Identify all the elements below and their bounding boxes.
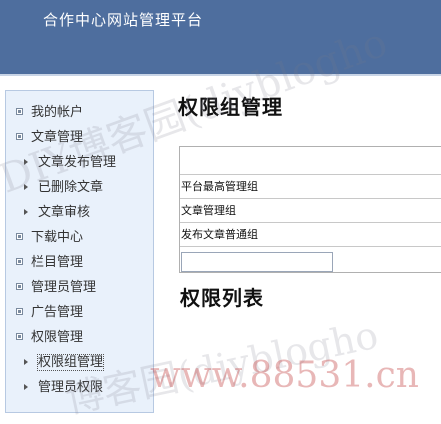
new-group-input[interactable] xyxy=(181,252,333,272)
watermark-text: www.88531.cn xyxy=(150,355,419,396)
triangle-right-icon xyxy=(24,158,28,165)
square-bullet-icon xyxy=(16,333,23,340)
square-bullet-icon xyxy=(16,283,23,290)
sidebar-item-my-account[interactable]: 我的帐户 xyxy=(16,101,83,125)
sidebar-item-article-review[interactable]: 文章审核 xyxy=(24,201,90,225)
sidebar-item-article-publish[interactable]: 文章发布管理 xyxy=(24,151,116,175)
header-bar: 合作中心网站管理平台 xyxy=(0,0,441,74)
triangle-right-icon xyxy=(24,208,28,215)
triangle-right-icon xyxy=(24,358,28,365)
site-title: 合作中心网站管理平台 xyxy=(43,11,204,29)
group-row[interactable]: 发布文章普通组 xyxy=(180,222,441,246)
header-divider xyxy=(0,74,441,76)
page-title: 权限组管理 xyxy=(178,95,283,119)
group-row[interactable]: 平台最高管理组 xyxy=(180,174,441,198)
triangle-right-icon xyxy=(24,383,28,390)
sidebar-item-download-center[interactable]: 下载中心 xyxy=(16,226,83,250)
sidebar-item-article-management[interactable]: 文章管理 xyxy=(16,126,83,150)
triangle-right-icon xyxy=(24,183,28,190)
square-bullet-icon xyxy=(16,308,23,315)
square-bullet-icon xyxy=(16,233,23,240)
group-row[interactable]: 文章管理组 xyxy=(180,198,441,222)
square-bullet-icon xyxy=(16,108,23,115)
sidebar-item-admin-management[interactable]: 管理员管理 xyxy=(16,276,96,300)
sidebar-item-column-management[interactable]: 栏目管理 xyxy=(16,251,83,275)
sidebar-item-deleted-articles[interactable]: 已删除文章 xyxy=(24,176,103,200)
sidebar-item-permission-groups[interactable]: 权限组管理 xyxy=(24,351,105,375)
sidebar-item-admin-permissions[interactable]: 管理员权限 xyxy=(24,376,103,400)
sidebar-nav: 我的帐户 文章管理 文章发布管理 已删除文章 文章审核 下载中心 栏目管理 管理… xyxy=(5,90,154,413)
sidebar-item-ad-management[interactable]: 广告管理 xyxy=(16,301,83,325)
permission-list-title: 权限列表 xyxy=(180,286,264,310)
square-bullet-icon xyxy=(16,258,23,265)
square-bullet-icon xyxy=(16,133,23,140)
sidebar-item-permission-management[interactable]: 权限管理 xyxy=(16,326,83,350)
